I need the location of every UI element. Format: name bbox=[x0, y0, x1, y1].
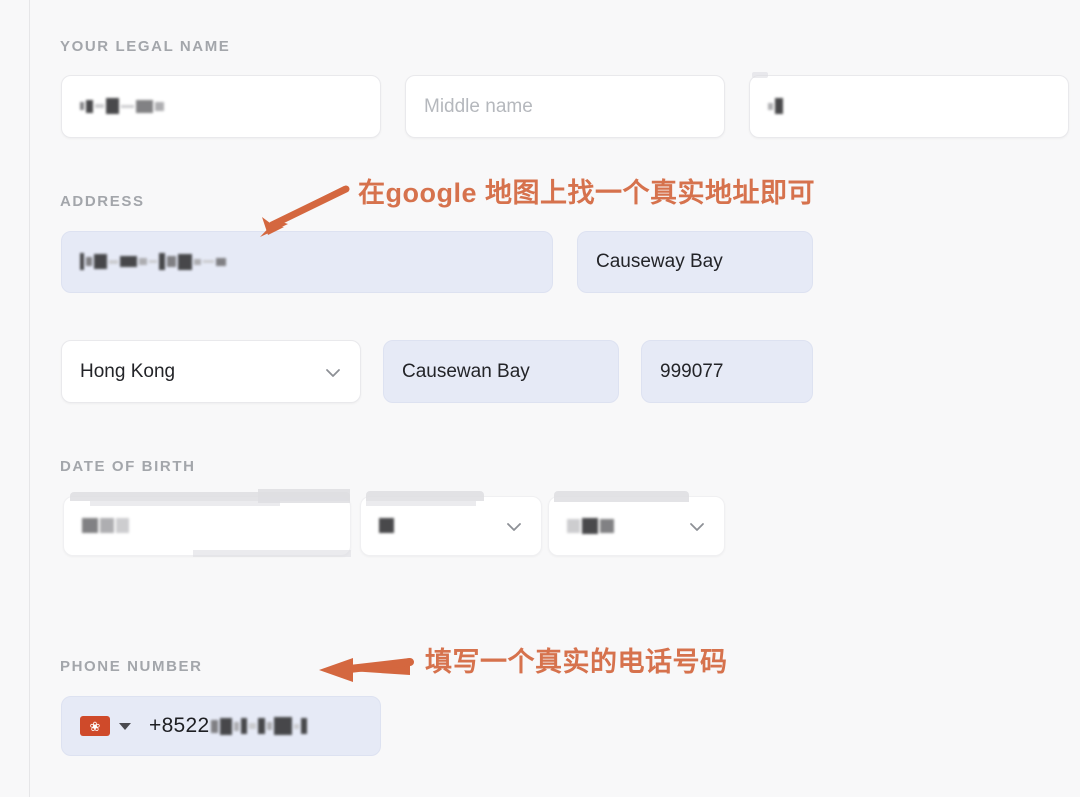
chevron-down-icon bbox=[505, 518, 521, 534]
middle-name-placeholder: Middle name bbox=[424, 95, 533, 117]
section-label-address: ADDRESS bbox=[60, 193, 145, 210]
dob-year-redacted-value bbox=[82, 515, 131, 537]
section-label-phone-number: PHONE NUMBER bbox=[60, 658, 203, 675]
section-label-legal-name: YOUR LEGAL NAME bbox=[60, 38, 231, 55]
phone-number-value: +8522 bbox=[149, 714, 309, 738]
hong-kong-flag-icon: ❀ bbox=[80, 716, 110, 736]
street-address-input[interactable] bbox=[61, 231, 553, 293]
form-page: YOUR LEGAL NAME Middle name ADDRESS Caus… bbox=[0, 0, 1080, 797]
last-name-redacted-value bbox=[768, 96, 785, 118]
apt-suite-input[interactable]: Causeway Bay bbox=[577, 231, 813, 293]
page-left-border bbox=[29, 0, 30, 797]
middle-name-input[interactable]: Middle name bbox=[405, 75, 725, 138]
section-label-date-of-birth: DATE OF BIRTH bbox=[60, 458, 196, 475]
first-name-redacted-value bbox=[80, 96, 166, 118]
dob-day-select[interactable] bbox=[360, 496, 542, 556]
dob-day-redacted-value bbox=[379, 515, 396, 537]
first-name-input[interactable] bbox=[61, 75, 381, 138]
phone-annotation-text: 填写一个真实的电话号码 bbox=[425, 647, 728, 677]
city-input[interactable]: Causewan Bay bbox=[383, 340, 619, 403]
chevron-down-icon bbox=[688, 518, 704, 534]
dob-month-select[interactable] bbox=[548, 496, 725, 556]
street-address-redacted-value bbox=[80, 251, 228, 273]
dob-month-redacted-value bbox=[567, 515, 616, 537]
phone-redacted-digits bbox=[211, 714, 309, 738]
last-name-input[interactable] bbox=[749, 75, 1069, 138]
postal-code-value: 999077 bbox=[660, 360, 724, 382]
arrow-left-icon bbox=[319, 658, 414, 682]
apt-suite-value: Causeway Bay bbox=[596, 251, 723, 272]
city-value: Causewan Bay bbox=[402, 360, 530, 382]
postal-code-input[interactable]: 999077 bbox=[641, 340, 813, 403]
phone-number-input[interactable]: ❀ +8522 bbox=[61, 696, 381, 756]
address-annotation-text: 在google 地图上找一个真实地址即可 bbox=[358, 178, 815, 208]
country-select[interactable]: Hong Kong bbox=[61, 340, 361, 403]
dob-year-input[interactable] bbox=[63, 496, 351, 556]
country-value: Hong Kong bbox=[80, 360, 176, 382]
phone-dial-prefix: +8522 bbox=[149, 714, 210, 737]
bauhinia-glyph: ❀ bbox=[89, 718, 101, 734]
country-code-caret-icon[interactable] bbox=[119, 722, 131, 730]
chevron-down-icon bbox=[324, 364, 340, 380]
